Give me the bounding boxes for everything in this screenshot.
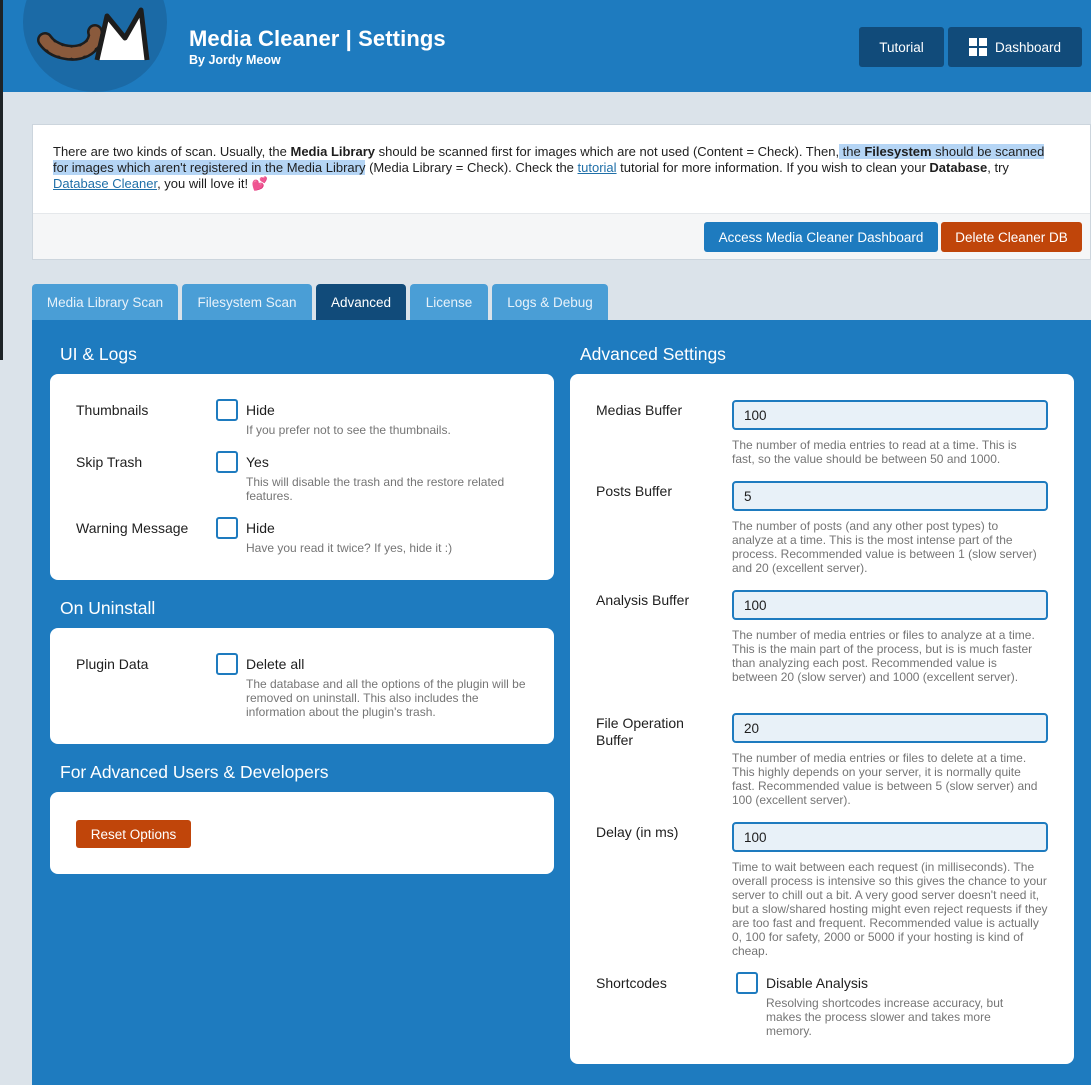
medias-buffer-desc: The number of media entries to read at a…	[732, 438, 1017, 466]
analysis-buffer-label: Analysis Buffer	[596, 592, 690, 608]
tutorial-link[interactable]: tutorial	[578, 160, 617, 175]
plugin-data-desc: The database and all the options of the …	[246, 677, 526, 719]
info-box: There are two kinds of scan. Usually, th…	[32, 124, 1091, 260]
tutorial-button-label: Tutorial	[879, 39, 924, 55]
page-subtitle: By Jordy Meow	[189, 53, 281, 67]
delete-all-checkbox-label: Delete all	[246, 656, 305, 672]
developers-title: For Advanced Users & Developers	[60, 762, 329, 782]
info-text-part: (Media Library = Check). Check the	[365, 160, 578, 175]
access-dashboard-button[interactable]: Access Media Cleaner Dashboard	[704, 222, 938, 252]
file-operation-buffer-input[interactable]: 20	[732, 713, 1048, 743]
info-text: There are two kinds of scan. Usually, th…	[53, 144, 1048, 192]
warning-message-label: Warning Message	[76, 520, 189, 536]
thumbnails-label: Thumbnails	[76, 402, 149, 418]
delete-all-checkbox[interactable]	[216, 653, 238, 675]
warning-message-checkbox-label: Hide	[246, 520, 275, 536]
thumbnails-desc: If you prefer not to see the thumbnails.	[246, 423, 451, 437]
plugin-data-label: Plugin Data	[76, 656, 149, 672]
skip-trash-checkbox[interactable]	[216, 451, 238, 473]
header-bar: Media Cleaner | Settings By Jordy Meow T…	[3, 0, 1091, 92]
thumbnails-checkbox[interactable]	[216, 399, 238, 421]
info-footer: Access Media Cleaner Dashboard Delete Cl…	[33, 213, 1090, 259]
medias-buffer-label: Medias Buffer	[596, 402, 683, 418]
database-cleaner-link[interactable]: Database Cleaner	[53, 176, 157, 191]
reset-options-button[interactable]: Reset Options	[76, 820, 191, 848]
dashboard-button-label: Dashboard	[994, 39, 1062, 55]
info-bold-media-library: Media Library	[290, 144, 376, 159]
developers-card: Reset Options	[50, 792, 554, 874]
delay-input[interactable]: 100	[732, 822, 1048, 852]
advanced-settings-card: Medias Buffer 100 The number of media en…	[570, 374, 1074, 1064]
analysis-buffer-input[interactable]: 100	[732, 590, 1048, 620]
disable-analysis-checkbox-label: Disable Analysis	[766, 975, 868, 991]
info-text-part: , try	[987, 160, 1009, 175]
tab-license[interactable]: License	[410, 284, 488, 321]
tab-logs-debug[interactable]: Logs & Debug	[492, 284, 608, 321]
skip-trash-desc: This will disable the trash and the rest…	[246, 475, 505, 503]
info-text-part: the	[839, 144, 865, 159]
uninstall-card: Plugin Data Delete all The database and …	[50, 628, 554, 744]
tab-advanced[interactable]: Advanced	[316, 284, 406, 321]
thumbnails-checkbox-label: Hide	[246, 402, 275, 418]
posts-buffer-input[interactable]: 5	[732, 481, 1048, 511]
info-bold-database: Database	[929, 160, 988, 175]
file-operation-buffer-label: File Operation Buffer	[596, 715, 684, 748]
tutorial-button[interactable]: Tutorial	[859, 27, 944, 67]
dashboard-button[interactable]: Dashboard	[948, 27, 1082, 67]
delay-desc: Time to wait between each request (in mi…	[732, 860, 1048, 958]
analysis-buffer-desc: The number of media entries or files to …	[732, 628, 1035, 684]
posts-buffer-label: Posts Buffer	[596, 483, 673, 499]
delay-label: Delay (in ms)	[596, 824, 679, 840]
info-text-part: should be scanned first for images which…	[375, 144, 840, 159]
grid-icon	[968, 38, 987, 56]
medias-buffer-input[interactable]: 100	[732, 400, 1048, 430]
disable-analysis-checkbox[interactable]	[736, 972, 758, 994]
info-bold-filesystem: Filesystem	[864, 144, 932, 159]
delete-cleaner-db-button[interactable]: Delete Cleaner DB	[941, 222, 1082, 252]
tail-logo-icon	[23, 0, 167, 92]
skip-trash-label: Skip Trash	[76, 454, 143, 470]
info-text-part: There are two kinds of scan. Usually, th…	[53, 144, 291, 159]
tab-media-library-scan[interactable]: Media Library Scan	[32, 284, 178, 321]
warning-message-desc: Have you read it twice? If yes, hide it …	[246, 541, 453, 555]
shortcodes-label: Shortcodes	[596, 975, 667, 991]
settings-panel: UI & Logs Thumbnails Hide If you prefer …	[32, 320, 1091, 1085]
tab-filesystem-scan[interactable]: Filesystem Scan	[182, 284, 312, 321]
skip-trash-checkbox-label: Yes	[246, 454, 269, 470]
uninstall-title: On Uninstall	[60, 598, 156, 618]
page-title: Media Cleaner | Settings	[189, 26, 446, 51]
advanced-settings-title: Advanced Settings	[580, 344, 726, 364]
posts-buffer-desc: The number of posts (and any other post …	[732, 519, 1037, 575]
ui-logs-card: Thumbnails Hide If you prefer not to see…	[50, 374, 554, 580]
warning-message-checkbox[interactable]	[216, 517, 238, 539]
info-text-part: , you will love it!	[157, 176, 252, 191]
ui-logs-title: UI & Logs	[60, 344, 137, 364]
heart-icon: 💕	[251, 176, 268, 191]
info-text-part: tutorial for more information. If you wi…	[616, 160, 930, 175]
shortcodes-desc: Resolving shortcodes increase accuracy, …	[766, 996, 1004, 1038]
file-operation-buffer-desc: The number of media entries or files to …	[732, 751, 1038, 807]
